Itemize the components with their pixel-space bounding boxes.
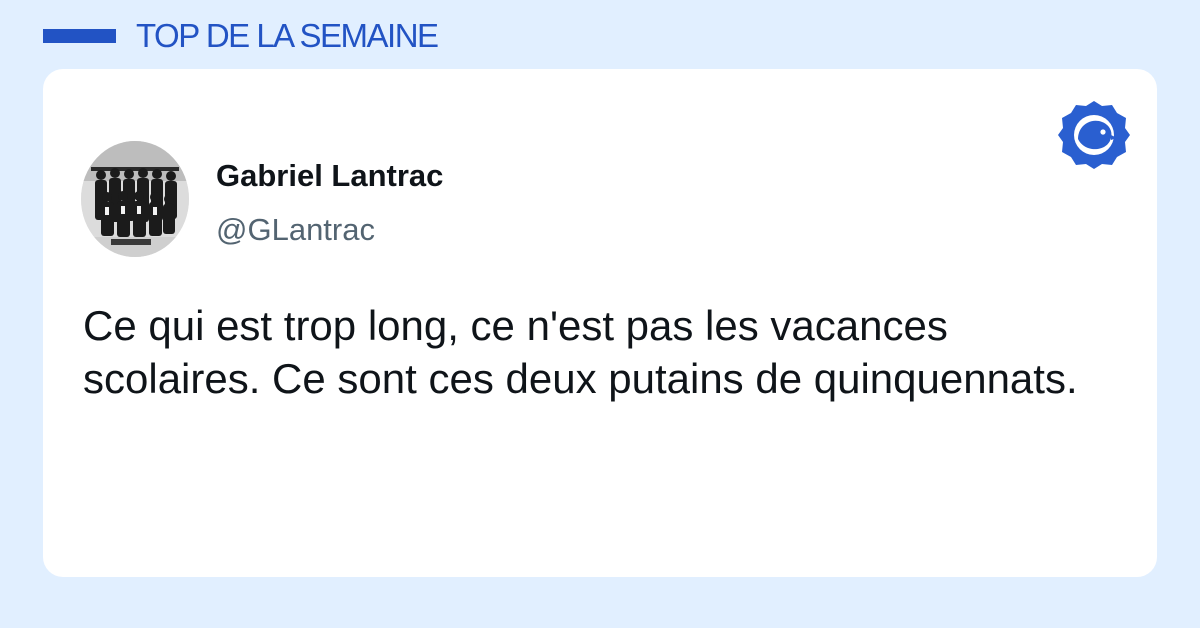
section-title: TOP DE LA SEMAINE: [136, 17, 439, 54]
bird-badge-logo-icon: [1056, 97, 1132, 173]
author-avatar[interactable]: [81, 141, 189, 257]
author-handle[interactable]: @GLantrac: [216, 212, 375, 248]
author-name[interactable]: Gabriel Lantrac: [216, 158, 443, 194]
header-accent-bar: [43, 29, 116, 43]
tweet-card: Gabriel Lantrac @GLantrac Ce qui est tro…: [43, 69, 1157, 577]
tweet-text: Ce qui est trop long, ce n'est pas les v…: [83, 302, 1078, 402]
